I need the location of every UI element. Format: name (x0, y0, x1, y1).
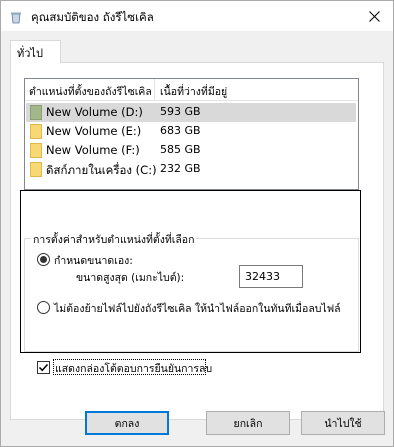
column-divider[interactable] (154, 79, 155, 100)
settings-group-title: การตั้งค่าสำหรับตำแหน่งที่ตั้งที่เลือก (31, 231, 197, 248)
cancel-button[interactable]: ยกเลิก (206, 411, 290, 435)
row-free-space: 585 GB (160, 143, 201, 156)
list-row-f[interactable]: New Volume (F:) 585 GB (26, 141, 356, 160)
recycle-locations-list[interactable]: ตำแหน่งที่ตั้งของถังรีไซเคิล เนื้อที่ว่า… (24, 78, 359, 190)
settings-group: การตั้งค่าสำหรับตำแหน่งที่ตั้งที่เลือก ก… (24, 231, 359, 375)
row-free-space: 593 GB (160, 105, 201, 118)
row-free-space: 232 GB (160, 162, 201, 175)
list-header: ตำแหน่งที่ตั้งของถังรีไซเคิล เนื้อที่ว่า… (25, 79, 358, 101)
row-location-name: New Volume (D:) (46, 105, 143, 119)
drive-folder-icon (30, 143, 42, 158)
max-size-label: ขนาดสูงสุด (เมกะไบต์): (76, 272, 185, 284)
tab-general[interactable]: ทั่วไป (10, 40, 61, 63)
drive-folder-icon (30, 124, 42, 139)
apply-button[interactable]: นำไปใช้ (301, 411, 385, 435)
column-header-location[interactable]: ตำแหน่งที่ตั้งของถังรีไซเคิล (29, 83, 152, 100)
custom-size-radio[interactable] (37, 253, 50, 266)
close-icon (368, 11, 380, 22)
custom-size-label[interactable]: กำหนดขนาดเอง: (54, 252, 133, 269)
window-title: คุณสมบัติของ ถังรีไซเคิล (31, 10, 154, 24)
confirm-delete-checkbox[interactable] (37, 361, 50, 374)
ok-button[interactable]: ตกลง (85, 411, 169, 435)
list-row-c[interactable]: ดิสก์ภายในเครื่อง (C:) 232 GB (26, 160, 356, 179)
drive-folder-icon (30, 105, 42, 120)
max-size-input[interactable] (239, 265, 303, 288)
tab-panel-general: ตำแหน่งที่ตั้งของถังรีไซเคิล เนื้อที่ว่า… (10, 62, 384, 420)
row-location-name: ดิสก์ภายในเครื่อง (C:) (46, 163, 157, 177)
row-location-name: New Volume (F:) (46, 143, 140, 157)
row-free-space: 683 GB (160, 124, 201, 137)
no-recycle-radio[interactable] (37, 301, 50, 314)
checkmark-icon (38, 363, 49, 372)
recycle-bin-icon (11, 12, 21, 24)
confirm-delete-label[interactable]: แสดงกล่องโต้ตอบการยืนยันการลบ (55, 360, 212, 377)
row-location-name: New Volume (E:) (46, 124, 142, 138)
no-recycle-label[interactable]: ไม่ต้องย้ายไฟล์ไปยังถังรีไซเคิล ให้นำไฟล… (54, 300, 341, 317)
list-row-d[interactable]: New Volume (D:) 593 GB (26, 103, 356, 122)
title-bar: คุณสมบัติของ ถังรีไซเคิล (0, 0, 394, 31)
list-row-e[interactable]: New Volume (E:) 683 GB (26, 122, 356, 141)
dialog-body: ทั่วไป ตำแหน่งที่ตั้งของถังรีไซเคิล เนื้… (0, 31, 394, 447)
close-button[interactable] (355, 1, 393, 32)
drive-folder-icon (30, 162, 42, 177)
column-header-free-space[interactable]: เนื้อที่ว่างที่มีอยู่ (160, 83, 227, 100)
